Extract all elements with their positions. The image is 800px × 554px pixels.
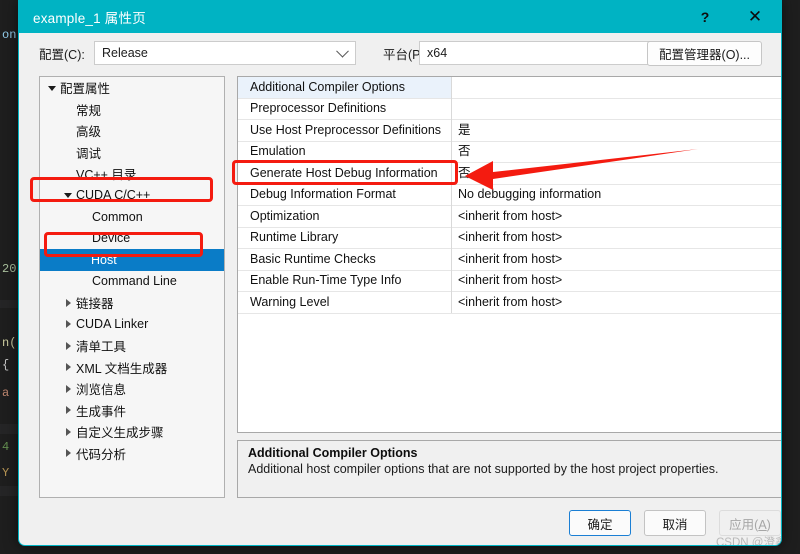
tree-item-label: 调试 [76, 146, 102, 161]
tree-item[interactable]: 高级 [40, 120, 224, 142]
tree-item[interactable]: Command Line [40, 271, 224, 293]
description-body: Additional host compiler options that ar… [248, 462, 719, 476]
editor-code-fragment: 4 [2, 440, 10, 454]
property-value[interactable] [452, 98, 458, 120]
caret-right-icon[interactable] [60, 427, 76, 436]
property-name: Debug Information Format [238, 184, 452, 206]
tree-item-label: 生成事件 [76, 404, 127, 419]
property-name: Warning Level [238, 291, 452, 313]
apply-button-label: 应用(A) [729, 517, 771, 532]
tree-item-label: XML 文档生成器 [76, 361, 168, 376]
tree-item-label: 清单工具 [76, 340, 127, 355]
property-row[interactable]: Additional Compiler Options [238, 77, 781, 99]
annotation-box-cuda [30, 177, 213, 202]
property-grid-empty-area [238, 313, 781, 432]
property-name: Use Host Preprocessor Definitions [238, 119, 452, 141]
title-bar: example_1 属性页 ? ✕ [19, 0, 781, 33]
configuration-label: 配置(C): [39, 47, 85, 62]
property-value[interactable]: <inherit from host> [452, 270, 562, 292]
close-icon[interactable]: ✕ [733, 0, 777, 33]
editor-code-fragment: Y [2, 466, 10, 480]
property-pages-dialog: example_1 属性页 ? ✕ 配置(C): Release 平台(P): … [18, 0, 782, 546]
editor-code-fragment: n( [2, 336, 17, 350]
property-value[interactable] [452, 77, 458, 98]
property-grid[interactable]: Additional Compiler Options Preprocessor … [237, 76, 781, 433]
tree-item-label: 自定义生成步骤 [76, 426, 164, 441]
property-row[interactable]: Optimization <inherit from host> [238, 205, 781, 228]
caret-right-icon[interactable] [60, 341, 76, 350]
property-row[interactable]: Use Host Preprocessor Definitions 是 [238, 119, 781, 142]
annotation-box-host [44, 232, 203, 257]
editor-code-fragment: on [2, 28, 17, 42]
editor-code-fragment: a [2, 386, 10, 400]
chevron-down-icon [336, 44, 349, 58]
description-title: Additional Compiler Options [248, 446, 418, 460]
apply-button[interactable]: 应用(A) [719, 510, 781, 536]
tree-item[interactable]: 调试 [40, 142, 224, 164]
property-tree[interactable]: 配置属性 常规 高级 调试 VC++ 目录 CUDA C/C++ Common Device H… [39, 76, 225, 498]
tree-item[interactable]: 配置属性 [40, 77, 224, 99]
tree-item[interactable]: 常规 [40, 99, 224, 121]
annotation-box-generate-host-debug-information [232, 160, 458, 185]
tree-item[interactable]: 生成事件 [40, 400, 224, 422]
tree-item-label: 代码分析 [76, 447, 127, 462]
tree-item[interactable]: 自定义生成步骤 [40, 421, 224, 443]
property-name: Enable Run-Time Type Info [238, 270, 452, 292]
property-name: Additional Compiler Options [238, 77, 452, 98]
configuration-select[interactable]: Release [94, 41, 356, 65]
tree-item-label: 浏览信息 [76, 383, 127, 398]
caret-down-icon[interactable] [44, 85, 60, 91]
property-value[interactable]: <inherit from host> [452, 206, 562, 228]
description-pane: Additional Compiler Options Additional h… [237, 440, 781, 498]
tree-item-label: 常规 [76, 103, 102, 118]
caret-right-icon[interactable] [60, 320, 76, 329]
cancel-button[interactable]: 取消 [644, 510, 706, 536]
tree-item[interactable]: 清单工具 [40, 335, 224, 357]
property-name: Runtime Library [238, 227, 452, 249]
editor-code-fragment: 20 [2, 262, 17, 276]
property-name: Optimization [238, 205, 452, 227]
configuration-value: Release [102, 46, 148, 60]
property-name: Basic Runtime Checks [238, 248, 452, 270]
tree-item-label: 高级 [76, 125, 102, 140]
platform-select[interactable]: x64 [419, 41, 677, 65]
configuration-manager-button[interactable]: 配置管理器(O)... [647, 40, 762, 66]
tree-item[interactable]: 链接器 [40, 292, 224, 314]
platform-value: x64 [427, 46, 448, 60]
watermark: CSDN @澄鑫 [716, 537, 782, 546]
tree-item[interactable]: Common [40, 206, 224, 228]
dialog-title: example_1 属性页 [33, 10, 146, 26]
property-row[interactable]: Enable Run-Time Type Info <inherit from h… [238, 270, 781, 292]
property-value[interactable]: <inherit from host> [452, 227, 562, 249]
tree-item[interactable]: XML 文档生成器 [40, 357, 224, 379]
caret-right-icon[interactable] [60, 384, 76, 393]
property-value[interactable]: <inherit from host> [452, 249, 562, 271]
tree-item[interactable]: 代码分析 [40, 443, 224, 465]
tree-item-label: 配置属性 [60, 82, 111, 97]
caret-right-icon[interactable] [60, 406, 76, 415]
help-icon[interactable]: ? [683, 0, 727, 33]
property-value[interactable]: <inherit from host> [452, 292, 562, 314]
tree-item-label: CUDA Linker [76, 317, 149, 332]
tree-item[interactable]: CUDA Linker [40, 314, 224, 336]
caret-right-icon[interactable] [60, 298, 76, 307]
property-row[interactable]: Basic Runtime Checks <inherit from host> [238, 248, 781, 271]
tree-item-label: 链接器 [76, 297, 114, 312]
tree-item-label: Command Line [92, 274, 177, 289]
property-row[interactable]: Preprocessor Definitions [238, 98, 781, 120]
annotation-arrow-icon [465, 149, 698, 190]
tree-item[interactable]: 浏览信息 [40, 378, 224, 400]
editor-code-fragment: { [2, 358, 10, 372]
caret-right-icon[interactable] [60, 363, 76, 372]
property-row[interactable]: Warning Level <inherit from host> [238, 291, 781, 314]
property-value[interactable]: 是 [452, 120, 471, 142]
property-name: Preprocessor Definitions [238, 98, 452, 120]
ok-button[interactable]: 确定 [569, 510, 631, 536]
property-row[interactable]: Runtime Library <inherit from host> [238, 227, 781, 249]
caret-right-icon[interactable] [60, 449, 76, 458]
configuration-bar: 配置(C): Release 平台(P): x64 配置管理器(O)... [19, 33, 781, 73]
tree-item-label: Common [92, 209, 143, 224]
